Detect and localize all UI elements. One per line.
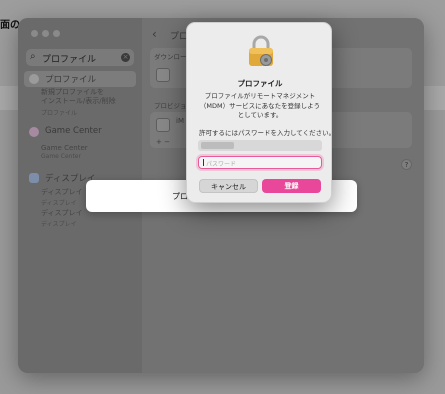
row-label: iM xyxy=(176,117,184,125)
minimize-window-button[interactable] xyxy=(42,30,49,37)
register-button[interactable]: 登録 xyxy=(262,179,321,193)
profiles-icon xyxy=(29,74,39,84)
back-chevron-icon[interactable]: ‹ xyxy=(152,27,157,41)
search-input[interactable]: プロファイル xyxy=(42,52,96,65)
dialog-title: プロファイル xyxy=(237,79,283,88)
profile-gear-icon xyxy=(156,118,170,132)
sidebar-item-label: Game Center xyxy=(45,126,102,136)
help-button[interactable]: ? xyxy=(401,159,412,170)
text-caret xyxy=(203,159,204,166)
sidebar-item-game-center[interactable]: Game Center xyxy=(24,124,136,140)
sidebar-item-description: Game Center xyxy=(41,144,88,152)
sidebar-item-breadcrumb: Game Center xyxy=(41,153,81,160)
clear-search-icon[interactable]: × xyxy=(121,53,130,62)
sidebar-item-breadcrumb: プロファイル xyxy=(41,110,78,117)
add-remove-buttons[interactable]: + − xyxy=(156,138,170,146)
username-field[interactable] xyxy=(198,140,322,151)
dialog-prompt: 許可するにはパスワードを入力してください。 xyxy=(199,129,336,137)
password-field[interactable]: パスワード xyxy=(198,156,322,169)
close-window-button[interactable] xyxy=(31,30,38,37)
sidebar-item-description: 新規プロファイルを インストール/表示/削除 xyxy=(41,88,116,105)
search-icon: ⌕ xyxy=(30,51,36,62)
profile-gear-icon xyxy=(156,68,170,82)
game-center-icon xyxy=(29,127,39,137)
search-field[interactable]: ⌕ プロファイル × xyxy=(26,49,134,66)
dialog-message: プロファイルがリモートマネジメント（MDM）サービスにあなたを登録しようとしてい… xyxy=(199,92,321,119)
lock-icon xyxy=(249,35,273,66)
cancel-button[interactable]: キャンセル xyxy=(199,179,258,193)
sidebar-item-description: ディスプレイ xyxy=(41,209,83,217)
username-value xyxy=(201,142,234,149)
password-placeholder: パスワード xyxy=(206,161,237,168)
password-dialog: プロファイル プロファイルがリモートマネジメント（MDM）サービスにあなたを登録… xyxy=(186,22,336,203)
sidebar-item-label: プロファイル xyxy=(45,75,97,85)
group-label: プロビジョ xyxy=(154,102,187,110)
sidebar-item-description: ディスプレイ xyxy=(41,188,83,196)
sidebar-item-profiles[interactable]: プロファイル xyxy=(24,71,136,87)
zoom-window-button[interactable] xyxy=(53,30,60,37)
group-label: ダウンロー xyxy=(154,53,187,61)
display-icon xyxy=(29,173,39,183)
sidebar-item-breadcrumb: ディスプレイ xyxy=(41,200,77,207)
sidebar-item-breadcrumb: ディスプレイ xyxy=(41,221,77,228)
